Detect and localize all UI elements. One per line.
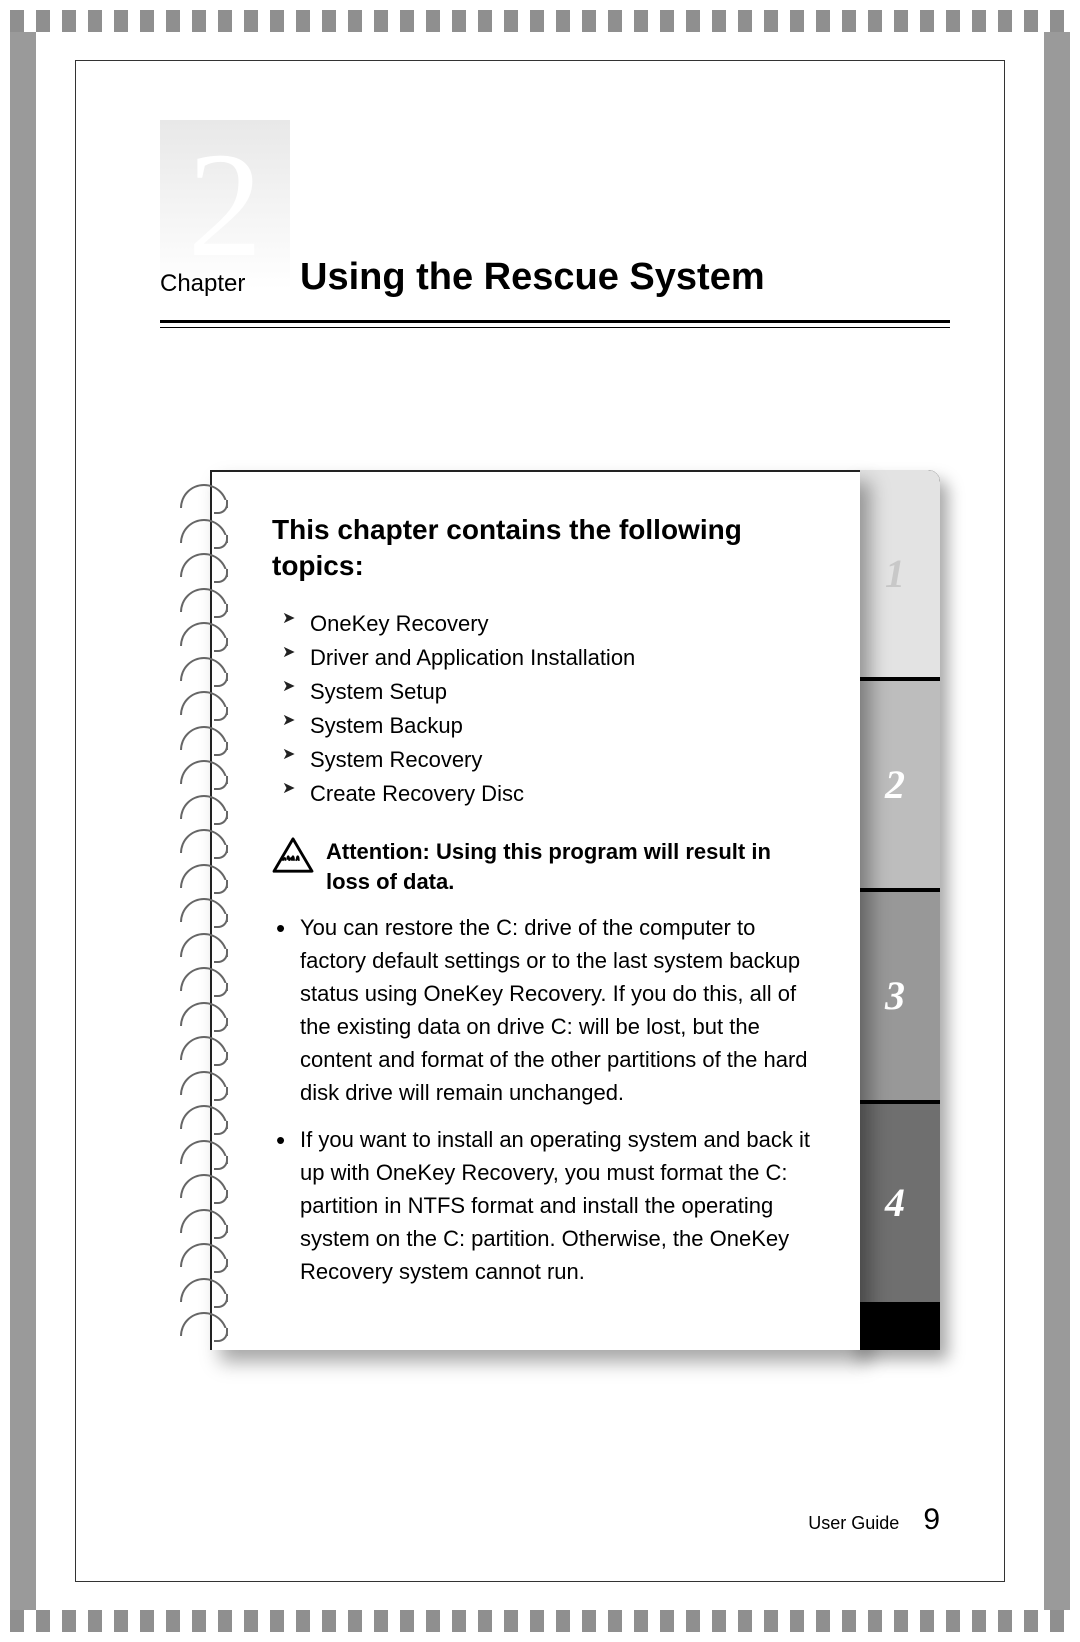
- spiral-ring: [180, 760, 228, 784]
- chapter-title: Using the Rescue System: [300, 256, 765, 299]
- chapter-number: 2: [188, 119, 263, 291]
- note-page: This chapter contains the following topi…: [210, 470, 860, 1350]
- spiral-ring: [180, 484, 228, 508]
- spiral-ring: [180, 1036, 228, 1060]
- spiral-ring: [180, 1209, 228, 1233]
- spiral-ring: [180, 1312, 228, 1336]
- tab-2[interactable]: 2: [850, 681, 940, 892]
- spiral-ring: [180, 657, 228, 681]
- topics-list: OneKey Recovery Driver and Application I…: [282, 607, 820, 812]
- frame-bottom: [10, 1610, 1070, 1632]
- tab-1[interactable]: 1: [850, 470, 940, 681]
- attention-text: Attention: Using this program will resul…: [326, 837, 820, 896]
- notebook: 1 2 3 4 This chapter contains the follow…: [160, 470, 940, 1350]
- spiral-ring: [180, 622, 228, 646]
- spiral-ring: [180, 1278, 228, 1302]
- spiral-ring: [180, 1105, 228, 1129]
- spiral-ring: [180, 1243, 228, 1267]
- tab-spine: [850, 1306, 940, 1350]
- attention-block: Attention: Using this program will resul…: [272, 837, 820, 896]
- topics-heading: This chapter contains the following topi…: [272, 512, 820, 585]
- spiral-ring: [180, 726, 228, 750]
- title-rule: [160, 320, 950, 328]
- page-footer: User Guide 9: [808, 1503, 940, 1537]
- topic-item: System Setup: [282, 675, 820, 709]
- spiral-ring: [180, 1140, 228, 1164]
- spiral-ring: [180, 1071, 228, 1095]
- spiral-ring: [180, 588, 228, 612]
- topic-item: System Backup: [282, 709, 820, 743]
- spiral-ring: [180, 864, 228, 888]
- topic-item: Create Recovery Disc: [282, 777, 820, 811]
- warning-icon: [272, 837, 314, 875]
- tab-4[interactable]: 4: [850, 1104, 940, 1306]
- spiral-binding: [180, 484, 238, 1336]
- topic-item: System Recovery: [282, 743, 820, 777]
- chapter-label: Chapter: [160, 270, 245, 298]
- chapter-number-box: 2: [160, 120, 290, 290]
- topic-item: Driver and Application Installation: [282, 641, 820, 675]
- spiral-ring: [180, 691, 228, 715]
- spiral-ring: [180, 967, 228, 991]
- section-tabs: 1 2 3 4: [850, 470, 940, 1350]
- note-item: You can restore the C: drive of the comp…: [272, 911, 820, 1109]
- frame-left: [10, 10, 36, 1632]
- footer-label: User Guide: [808, 1513, 899, 1534]
- spiral-ring: [180, 795, 228, 819]
- page-content: 2 Chapter Using the Rescue System 1 2 3 …: [100, 80, 980, 1562]
- tab-3[interactable]: 3: [850, 892, 940, 1103]
- spiral-ring: [180, 1002, 228, 1026]
- spiral-ring: [180, 933, 228, 957]
- topic-item: OneKey Recovery: [282, 607, 820, 641]
- page-number: 9: [923, 1503, 940, 1537]
- spiral-ring: [180, 829, 228, 853]
- frame-top: [10, 10, 1070, 32]
- notes-list: You can restore the C: drive of the comp…: [272, 911, 820, 1288]
- spiral-ring: [180, 553, 228, 577]
- frame-right: [1044, 10, 1070, 1632]
- note-item: If you want to install an operating syst…: [272, 1123, 820, 1288]
- spiral-ring: [180, 898, 228, 922]
- spiral-ring: [180, 519, 228, 543]
- spiral-ring: [180, 1174, 228, 1198]
